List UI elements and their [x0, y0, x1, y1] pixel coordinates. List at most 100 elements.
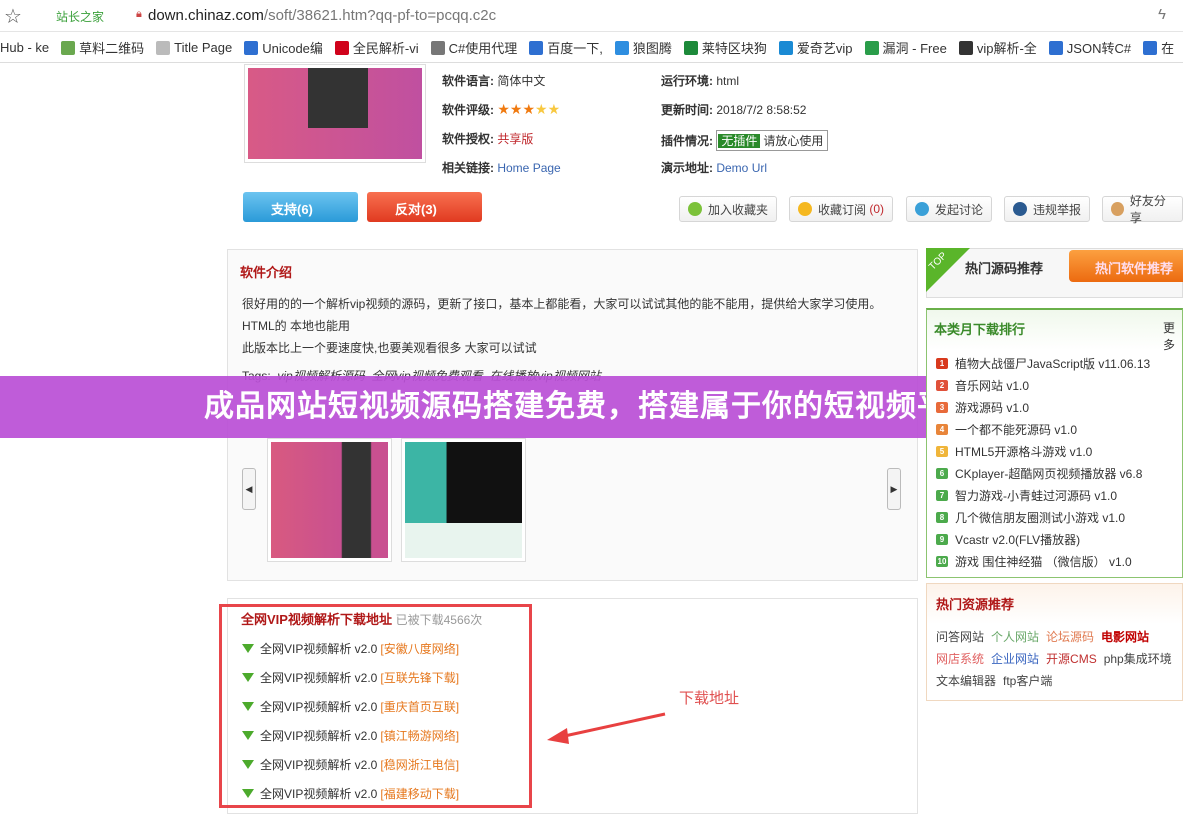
bookmark-favicon-icon: [61, 40, 76, 55]
resource-link[interactable]: 论坛源码: [1046, 630, 1094, 644]
bookmark-item[interactable]: 狼图腾: [614, 38, 672, 57]
rating-stars: ★★★★★: [497, 101, 561, 117]
rank-item[interactable]: 4 一个都不能死源码 v1.0: [936, 421, 1077, 438]
bookmark-item[interactable]: 爱奇艺vip: [778, 38, 853, 57]
download-link[interactable]: 全网VIP视频解析 v2.0 [互联先锋下载]: [242, 669, 459, 686]
gallery-thumb[interactable]: [401, 438, 526, 562]
rank-number: 9: [936, 534, 948, 545]
rank-number: 4: [936, 424, 948, 435]
annotation-arrow: [547, 712, 666, 744]
bookmark-favicon-icon: [683, 40, 698, 55]
bookmark-favicon-icon: [334, 40, 349, 55]
gallery-thumb[interactable]: [267, 438, 392, 562]
download-link[interactable]: 全网VIP视频解析 v2.0 [安徽八度网络]: [242, 640, 459, 657]
plugin-badge: 无插件 请放心使用: [716, 130, 829, 151]
download-arrow-icon: [242, 731, 254, 740]
rank-number: 1: [936, 358, 948, 369]
rank-item[interactable]: 3 游戏源码 v1.0: [936, 399, 1029, 416]
rank-item[interactable]: 5 HTML5开源格斗游戏 v1.0: [936, 443, 1092, 460]
resource-link[interactable]: 问答网站: [936, 630, 984, 644]
bookmark-item[interactable]: 百度一下,: [529, 38, 603, 57]
rank-number: 3: [936, 402, 948, 413]
bookmark-favicon-icon: [156, 40, 171, 55]
rank-item[interactable]: 8 几个微信朋友圈测试小游戏 v1.0: [936, 509, 1125, 526]
download-count: 已被下载4566次: [395, 613, 483, 627]
resource-link[interactable]: 电影网站: [1101, 630, 1149, 644]
download-arrow-icon: [242, 673, 254, 682]
product-screenshot[interactable]: [244, 64, 426, 163]
home-page-link[interactable]: Home Page: [497, 161, 560, 175]
rank-number: 2: [936, 380, 948, 391]
share-button[interactable]: 好友分享: [1102, 194, 1183, 225]
oppose-button[interactable]: 反对(3): [367, 192, 482, 222]
bookmark-favicon-icon: [430, 40, 445, 55]
bookmark-item[interactable]: 莱特区块狗: [683, 38, 767, 57]
resource-link[interactable]: 企业网站: [991, 652, 1039, 666]
rank-number: 5: [936, 446, 948, 457]
rank-number: 6: [936, 468, 948, 479]
download-arrow-icon: [242, 760, 254, 769]
rank-item[interactable]: 9 Vcastr v2.0(FLV播放器): [936, 531, 1080, 548]
site-badge: 站长之家: [56, 10, 105, 24]
bookmark-favicon-icon: [864, 40, 879, 55]
download-link[interactable]: 全网VIP视频解析 v2.0 [福建移动下载]: [242, 785, 459, 802]
subscribe-button[interactable]: 收藏订阅 (0): [789, 196, 894, 222]
annotation-label: 下载地址: [679, 690, 740, 707]
download-link[interactable]: 全网VIP视频解析 v2.0 [稳网浙江电信]: [242, 756, 459, 773]
rank-item[interactable]: 1 植物大战僵尸JavaScript版 v11.06.13: [936, 355, 1150, 372]
intro-text: 很好用的的一个解析vip视频的源码，更新了接口，基本上都能看，大家可以试试其他的…: [242, 297, 882, 355]
resource-link[interactable]: 个人网站: [991, 630, 1039, 644]
url-text[interactable]: down.chinaz.com/soft/38621.htm?qq-pf-to=…: [148, 7, 496, 24]
tab-hot-source[interactable]: 热门源码推荐: [965, 258, 1043, 277]
report-button[interactable]: 违规举报: [1004, 196, 1091, 222]
bookmark-favicon-icon: [529, 40, 544, 55]
rank-item[interactable]: 10 游戏 围住神经猫 （微信版） v1.0: [936, 553, 1132, 570]
resource-link[interactable]: ftp客户端: [1003, 674, 1052, 688]
rank-number: 10: [936, 556, 948, 567]
address-bar[interactable]: ☆ 站长之家 🔒︎ down.chinaz.com/soft/38621.htm…: [0, 0, 1183, 32]
bookmark-item[interactable]: Title Page: [156, 40, 232, 55]
download-arrow-icon: [242, 789, 254, 798]
bookmark-item[interactable]: 漏洞 - Free: [864, 38, 947, 57]
bookmark-item[interactable]: 在: [1143, 38, 1174, 57]
rank-item[interactable]: 6 CKplayer-超酷网页视频播放器 v6.8: [936, 465, 1142, 482]
bookmark-item[interactable]: Hub - ke: [0, 40, 49, 55]
bookmark-favicon-icon: [778, 40, 793, 55]
download-arrow-icon: [242, 644, 254, 653]
bookmark-item[interactable]: 草料二维码: [61, 38, 144, 57]
more-link[interactable]: 更多: [1163, 319, 1183, 353]
rank-number: 7: [936, 490, 948, 501]
bookmark-favicon-icon: [244, 40, 259, 55]
gallery-next-button[interactable]: ▶: [887, 468, 901, 510]
gallery-prev-button[interactable]: ◀: [242, 468, 256, 510]
resource-link[interactable]: php集成环境: [1104, 652, 1172, 666]
tab-hot-software[interactable]: 热门软件推荐: [1069, 250, 1183, 282]
bookmark-item[interactable]: Unicode编: [244, 38, 323, 57]
discuss-button[interactable]: 发起讨论: [906, 196, 993, 222]
bookmark-item[interactable]: 全民解析-vi: [334, 38, 419, 57]
resource-link[interactable]: 开源CMS: [1046, 652, 1097, 666]
bookmark-star-icon[interactable]: ☆: [4, 4, 22, 29]
support-button[interactable]: 支持(6): [243, 192, 358, 222]
download-link[interactable]: 全网VIP视频解析 v2.0 [镇江畅游网络]: [242, 727, 459, 744]
bookmark-favicon-icon: [1143, 40, 1158, 55]
resource-link[interactable]: 网店系统: [936, 652, 984, 666]
add-favorite-button[interactable]: 加入收藏夹: [679, 196, 778, 222]
demo-url-link[interactable]: Demo Url: [716, 161, 767, 175]
bookmark-item[interactable]: JSON转C#: [1048, 38, 1131, 57]
rank-item[interactable]: 2 音乐网站 v1.0: [936, 377, 1029, 394]
download-arrow-icon: [242, 702, 254, 711]
bookmark-favicon-icon: [958, 40, 973, 55]
bookmark-favicon-icon: [614, 40, 629, 55]
bookmark-item[interactable]: C#使用代理: [430, 38, 517, 57]
download-title: 全网VIP视频解析下载地址: [241, 612, 392, 627]
download-link[interactable]: 全网VIP视频解析 v2.0 [重庆首页互联]: [242, 698, 459, 715]
intro-title: 软件介绍: [240, 265, 293, 280]
bookmark-item[interactable]: vip解析-全: [958, 38, 1037, 57]
resource-link[interactable]: 文本编辑器: [936, 674, 996, 688]
bookmark-favicon-icon: [1048, 40, 1063, 55]
rank-item[interactable]: 7 智力游戏-小青蛙过河源码 v1.0: [936, 487, 1117, 504]
insecure-icon: 🔒︎: [136, 8, 142, 20]
lightning-icon[interactable]: ϟ: [1158, 6, 1166, 23]
bookmarks-bar: Hub - ke 草料二维码 Title Page Unicode编 全民解析-vi C#…: [0, 33, 1183, 63]
